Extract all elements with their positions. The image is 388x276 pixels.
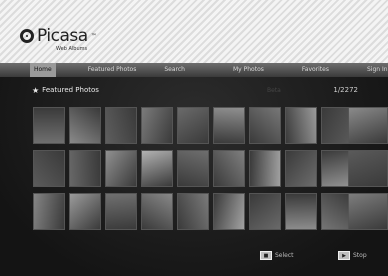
tab-sign-in[interactable]: Sign In	[363, 63, 388, 77]
photo-tile[interactable]	[33, 150, 65, 187]
photo-tile[interactable]	[213, 193, 245, 230]
photo-tile[interactable]	[177, 193, 209, 230]
photo-tile-partial[interactable]	[348, 193, 388, 230]
photo-tile[interactable]	[33, 107, 65, 144]
page-counter: 1/2272	[333, 86, 358, 94]
photo-tile[interactable]	[213, 107, 245, 144]
select-key-icon: ■	[260, 251, 272, 260]
star-icon: ★	[32, 85, 40, 95]
legend-select: ■ Select	[260, 251, 294, 260]
panel-header: ★ Featured Photos Beta 1/2272	[32, 85, 378, 95]
featured-panel: ★ Featured Photos Beta 1/2272	[0, 77, 388, 276]
faint-label: Beta	[267, 86, 281, 94]
legend-stop: ▶ Stop	[338, 251, 367, 260]
photo-tile-partial[interactable]	[348, 107, 388, 144]
photo-tile[interactable]	[33, 193, 65, 230]
photo-tile[interactable]	[213, 150, 245, 187]
photo-tile[interactable]	[285, 107, 317, 144]
logo-trademark: ™	[90, 32, 97, 40]
legend-label: Select	[275, 252, 294, 259]
photo-tile[interactable]	[249, 193, 281, 230]
photo-tile[interactable]	[141, 193, 173, 230]
tab-my-photos[interactable]: My Photos	[229, 63, 268, 77]
photo-tile[interactable]	[69, 193, 101, 230]
photo-tile[interactable]	[285, 193, 317, 230]
tab-featured-photos[interactable]: Featured Photos	[84, 63, 141, 77]
tab-home[interactable]: Home	[30, 63, 56, 77]
photo-tile[interactable]	[105, 107, 137, 144]
nav-bar: Home Featured Photos Search My Photos Fa…	[0, 63, 388, 77]
tab-search[interactable]: Search	[160, 63, 189, 77]
photo-grid	[33, 107, 388, 230]
tab-favorites[interactable]: Favorites	[298, 63, 333, 77]
photo-tile[interactable]	[105, 150, 137, 187]
logo-text: Picasa	[37, 26, 88, 46]
picasa-logo-icon	[20, 29, 34, 43]
photo-tile[interactable]	[69, 107, 101, 144]
stop-key-icon: ▶	[338, 251, 350, 260]
photo-tile-partial[interactable]	[348, 150, 388, 187]
photo-tile[interactable]	[69, 150, 101, 187]
photo-tile[interactable]	[141, 107, 173, 144]
photo-tile[interactable]	[105, 193, 137, 230]
photo-tile[interactable]	[177, 107, 209, 144]
photo-tile[interactable]	[285, 150, 317, 187]
legend-label: Stop	[353, 252, 367, 259]
picasa-logo: Picasa ™	[20, 26, 97, 46]
photo-tile[interactable]	[141, 150, 173, 187]
logo-subtitle: Web Albums	[56, 46, 88, 52]
photo-tile[interactable]	[249, 107, 281, 144]
photo-tile[interactable]	[249, 150, 281, 187]
panel-title: Featured Photos	[42, 86, 99, 94]
photo-tile[interactable]	[177, 150, 209, 187]
